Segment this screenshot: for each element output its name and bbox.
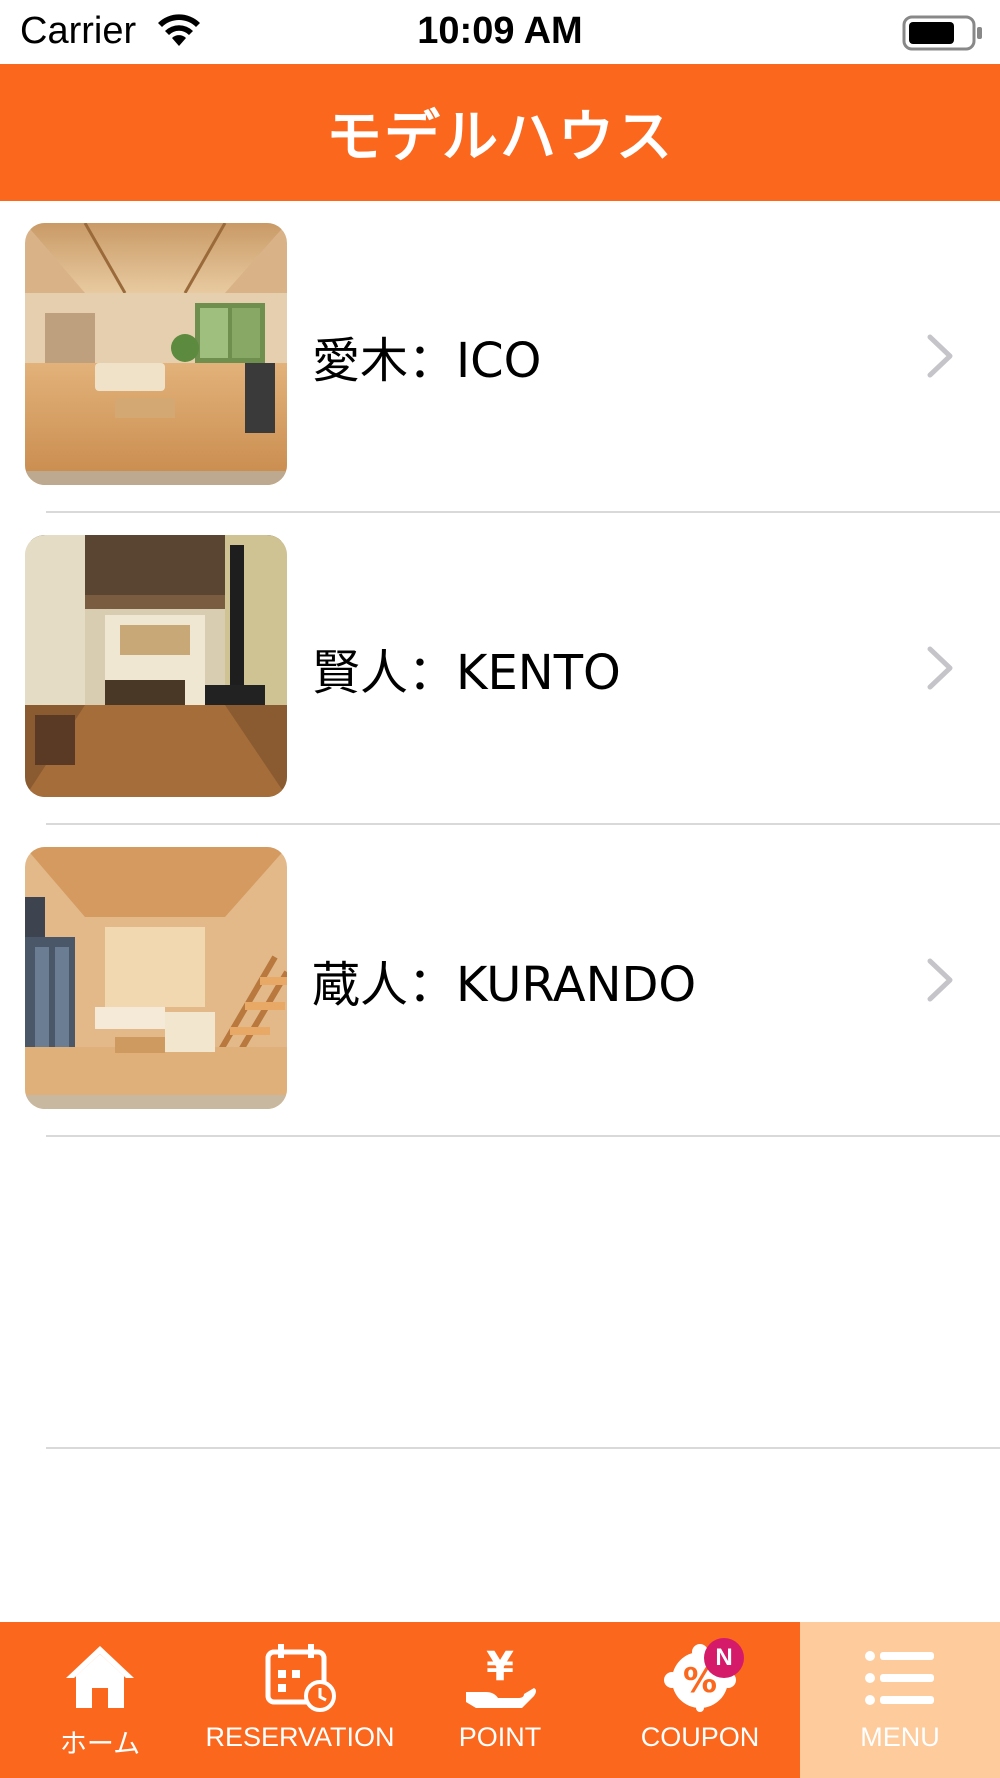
tab-label: RESERVATION (205, 1722, 395, 1752)
list-item-label: 賢人：KENTO (312, 645, 621, 701)
list-item-ico[interactable]: 愛木：ICO (0, 201, 1000, 513)
navigation-bar: モデルハウス (0, 64, 1000, 201)
list-item-kurando[interactable]: 蔵人：KURANDO (0, 825, 1000, 1137)
battery-icon (902, 15, 982, 51)
svg-text:¥: ¥ (486, 1644, 514, 1690)
tab-label: POINT (458, 1722, 542, 1752)
chevron-right-icon (927, 646, 953, 690)
staircase-living-photo (25, 847, 287, 1109)
menu-list-icon (865, 1651, 934, 1705)
tab-reservation[interactable]: RESERVATION (200, 1622, 400, 1778)
tab-menu[interactable]: MENU (800, 1622, 1000, 1778)
calendar-clock-icon (265, 1644, 336, 1712)
tab-bar: ホーム RESERVATION ¥ POINT % N COUPON MENU (0, 1622, 1000, 1778)
tab-label: COUPON (640, 1722, 760, 1752)
chevron-right-icon (927, 958, 953, 1002)
list-item-label: 蔵人：KURANDO (312, 957, 697, 1013)
tab-home[interactable]: ホーム (0, 1622, 200, 1778)
wood-stove-room-photo (25, 535, 287, 797)
tab-label: MENU (860, 1722, 940, 1752)
tab-point[interactable]: ¥ POINT (400, 1622, 600, 1778)
model-house-list: 愛木：ICO 賢人：KENTO 蔵人：KURANDO (0, 201, 1000, 1449)
empty-list-row (0, 1137, 1000, 1449)
page-title: モデルハウス (326, 105, 674, 170)
yen-hand-icon: ¥ (466, 1644, 536, 1708)
new-badge: N (704, 1638, 744, 1678)
list-item-label: 愛木：ICO (312, 333, 542, 389)
status-bar: Carrier 10:09 AM (0, 0, 1000, 64)
home-icon (66, 1646, 134, 1708)
living-room-photo (25, 223, 287, 485)
row-divider (46, 1447, 1000, 1449)
list-item-kento[interactable]: 賢人：KENTO (0, 513, 1000, 825)
status-time: 10:09 AM (417, 10, 583, 52)
chevron-right-icon (927, 334, 953, 378)
tab-coupon[interactable]: % N COUPON (600, 1622, 800, 1778)
tab-label: ホーム (59, 1729, 141, 1759)
